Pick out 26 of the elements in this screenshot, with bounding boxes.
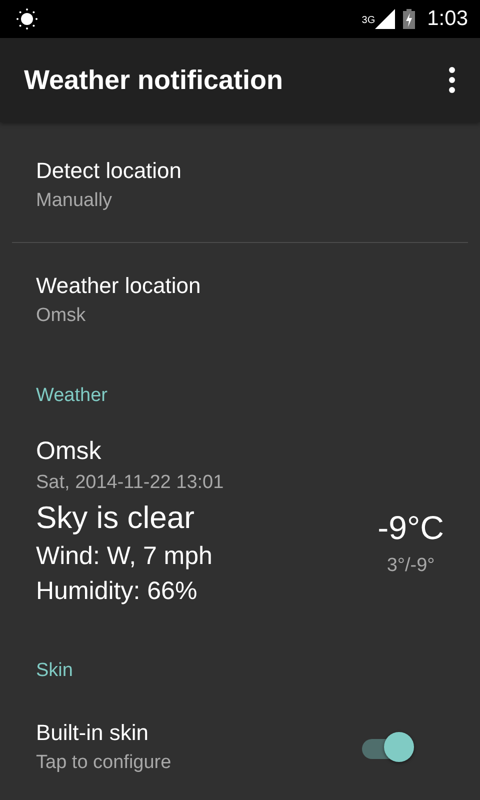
- high-low-temperature: 3°/-9°: [386, 555, 435, 577]
- humidity-info: Humidity: 66%: [36, 577, 198, 606]
- network-type: 3G: [362, 15, 376, 26]
- toggle-switch[interactable]: [360, 730, 416, 764]
- preference-summary: Omsk: [36, 305, 87, 327]
- preference-title: Built-in skin: [36, 720, 150, 746]
- more-options-icon[interactable]: [448, 67, 456, 93]
- wind-info: Wind: W, 7 mph: [36, 542, 214, 571]
- preference-summary: Tap to configure: [36, 752, 172, 774]
- app-title: Weather notification: [24, 64, 284, 96]
- preference-item[interactable]: Weather location Omsk: [0, 263, 480, 341]
- section-header: Skin: [35, 660, 74, 682]
- section-header: Weather: [35, 385, 108, 407]
- weather-condition: Sky is clear: [36, 500, 196, 536]
- temperature: -9°C: [378, 509, 444, 547]
- update-time: Sat, 2014-11-22 13:01: [36, 472, 224, 494]
- battery-icon: [403, 9, 416, 29]
- sun-icon: [16, 8, 38, 30]
- clock-time: 1:03: [427, 7, 468, 31]
- preference-item[interactable]: Detect location Manually: [0, 148, 480, 226]
- preference-title: Detect location: [36, 158, 183, 184]
- city-name: Omsk: [36, 437, 102, 466]
- signal-icon: [375, 9, 396, 29]
- preference-item[interactable]: Built-in skin Tap to configure: [0, 710, 480, 788]
- preference-summary: Manually: [36, 190, 114, 212]
- preference-title: Weather location: [36, 273, 202, 299]
